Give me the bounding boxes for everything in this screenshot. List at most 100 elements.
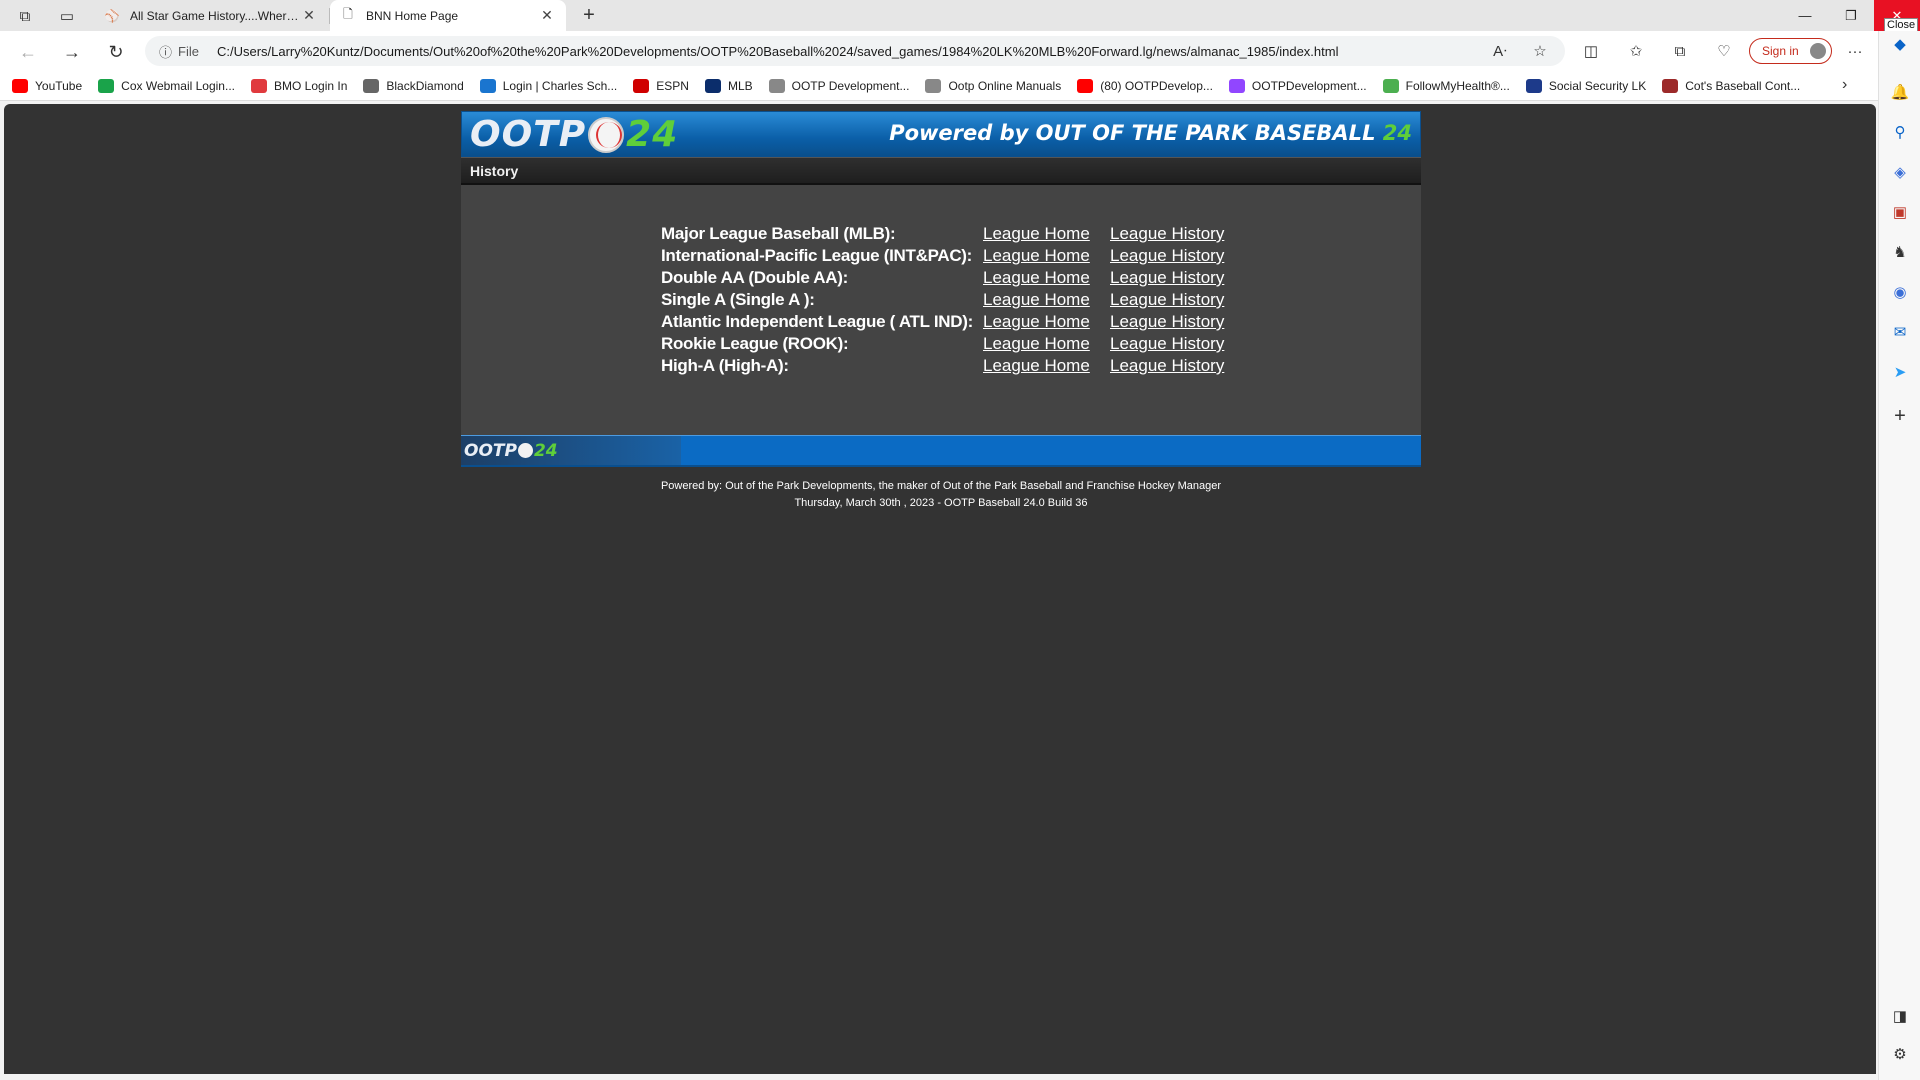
address-bar[interactable]: ⓘ File C:/Users/Larry%20Kuntz/Documents/… bbox=[145, 36, 1565, 66]
favorite-label: BlackDiamond bbox=[386, 78, 464, 93]
browser-toolbar: ← → ↻ ⓘ File C:/Users/Larry%20Kuntz/Docu… bbox=[0, 31, 1920, 71]
league-history-link[interactable]: League History bbox=[1110, 268, 1224, 287]
url-scheme-label: File bbox=[178, 43, 199, 59]
favorite-item[interactable]: YouTube bbox=[12, 78, 82, 93]
league-home-link[interactable]: League Home bbox=[983, 224, 1090, 243]
favicon-icon bbox=[12, 78, 28, 93]
notifications-icon[interactable]: 🔔 bbox=[1889, 81, 1911, 103]
favorite-label: OOTP Development... bbox=[791, 78, 910, 93]
favorite-label: (80) OOTPDevelop... bbox=[1100, 78, 1213, 93]
tools-icon[interactable]: ▣ bbox=[1889, 201, 1911, 223]
favicon-icon bbox=[479, 78, 496, 93]
favicon-icon bbox=[1525, 78, 1542, 93]
favorite-item[interactable]: BMO Login In bbox=[251, 78, 347, 93]
games-icon[interactable]: ♞ bbox=[1889, 241, 1911, 263]
favorite-label: MLB bbox=[727, 78, 753, 93]
favorite-item[interactable]: ESPN bbox=[633, 78, 689, 93]
collections-icon[interactable]: ⧉ bbox=[1669, 40, 1691, 62]
shopping-icon[interactable]: ◈ bbox=[1889, 161, 1911, 183]
favorite-item[interactable]: Ootp Online Manuals bbox=[925, 78, 1061, 93]
league-history-link[interactable]: League History bbox=[1110, 312, 1224, 331]
league-history-cell: League History bbox=[1110, 289, 1224, 311]
close-tooltip: Close bbox=[1884, 18, 1919, 32]
tab-bnn-home[interactable]: 🗋 BNN Home Page ✕ bbox=[330, 0, 566, 31]
favorite-item[interactable]: MLB bbox=[704, 78, 753, 93]
league-home-link[interactable]: League Home bbox=[983, 246, 1090, 265]
history-nav-link[interactable]: History bbox=[470, 163, 518, 179]
browser-essentials-icon[interactable]: ♡ bbox=[1713, 40, 1735, 62]
footer-ootp-logo: OOTP 24 bbox=[461, 436, 681, 465]
hide-sidebar-icon[interactable]: ◨ bbox=[1889, 1005, 1911, 1027]
league-name: Single A (Single A ): bbox=[661, 290, 815, 309]
new-tab-button[interactable]: + bbox=[578, 4, 600, 26]
tab-actions-icon[interactable]: ▭ bbox=[56, 5, 78, 27]
favorite-item[interactable]: OOTP Development... bbox=[768, 78, 910, 93]
sign-in-button[interactable]: Sign in bbox=[1749, 38, 1832, 64]
favorite-item[interactable]: OOTPDevelopment... bbox=[1228, 78, 1367, 93]
league-home-cell: League Home bbox=[983, 355, 1110, 377]
favicon-icon bbox=[1662, 78, 1679, 93]
close-tab-icon[interactable]: ✕ bbox=[538, 7, 556, 24]
league-history-link[interactable]: League History bbox=[1110, 356, 1224, 375]
league-home-link[interactable]: League Home bbox=[983, 312, 1090, 331]
favorite-item[interactable]: BlackDiamond bbox=[363, 78, 464, 93]
footer-logo-text: OOTP bbox=[464, 440, 517, 461]
drop-icon[interactable]: ➤ bbox=[1889, 361, 1911, 383]
league-home-link[interactable]: League Home bbox=[983, 356, 1090, 375]
league-history-link[interactable]: League History bbox=[1110, 224, 1224, 243]
league-history-link[interactable]: League History bbox=[1110, 246, 1224, 265]
close-tab-icon[interactable]: ✕ bbox=[300, 7, 318, 24]
league-history-link[interactable]: League History bbox=[1110, 290, 1224, 309]
ootp-logo: OOTP 24 bbox=[470, 114, 678, 155]
league-name: Atlantic Independent League ( ATL IND): bbox=[661, 312, 973, 331]
league-history-cell: League History bbox=[1110, 223, 1224, 245]
league-history-link[interactable]: League History bbox=[1110, 334, 1224, 353]
restore-button[interactable]: ❐ bbox=[1828, 0, 1874, 31]
league-home-link[interactable]: League Home bbox=[983, 334, 1090, 353]
tab-all-star-history[interactable]: ⚾ All Star Game History....Where? - ✕ bbox=[94, 0, 328, 31]
favorites-overflow-chevron-icon[interactable]: › bbox=[1842, 76, 1847, 94]
split-screen-icon[interactable]: ◫ bbox=[1580, 40, 1602, 62]
microsoft-365-icon[interactable]: ◉ bbox=[1889, 281, 1911, 303]
league-name: Double AA (Double AA): bbox=[661, 268, 848, 287]
back-button[interactable]: ← bbox=[16, 40, 40, 64]
favorite-label: FollowMyHealth®... bbox=[1405, 78, 1510, 93]
sidebar-settings-gear-icon[interactable]: ⚙ bbox=[1889, 1043, 1911, 1065]
league-row: Major League Baseball (MLB): League Home L… bbox=[661, 223, 1224, 245]
refresh-button[interactable]: ↻ bbox=[104, 40, 128, 64]
search-icon[interactable]: ⚲ bbox=[1889, 121, 1911, 143]
add-sidebar-app-icon[interactable]: + bbox=[1889, 405, 1911, 427]
league-row: Double AA (Double AA): League Home League … bbox=[661, 267, 1224, 289]
forward-button[interactable]: → bbox=[60, 40, 84, 64]
favorite-item[interactable]: Cox Webmail Login... bbox=[98, 78, 235, 93]
outlook-icon[interactable]: ✉ bbox=[1889, 321, 1911, 343]
copilot-icon[interactable]: ◆ bbox=[1889, 33, 1911, 55]
tab-title: All Star Game History....Where? - bbox=[130, 8, 300, 23]
favorite-item[interactable]: Login | Charles Sch... bbox=[479, 78, 617, 93]
favorite-item[interactable]: FollowMyHealth®... bbox=[1382, 78, 1510, 93]
favorite-star-icon[interactable]: ☆ bbox=[1529, 40, 1551, 62]
read-aloud-icon[interactable]: Aᐧ bbox=[1489, 40, 1511, 62]
league-home-cell: League Home bbox=[983, 223, 1110, 245]
url-text[interactable]: C:/Users/Larry%20Kuntz/Documents/Out%20o… bbox=[217, 44, 1339, 59]
favorite-item[interactable]: (80) OOTPDevelop... bbox=[1077, 78, 1213, 93]
favorite-item[interactable]: Cot's Baseball Cont... bbox=[1662, 78, 1800, 93]
favorite-item[interactable]: Social Security LK bbox=[1525, 78, 1647, 93]
league-name: Rookie League (ROOK): bbox=[661, 334, 849, 353]
favicon-icon bbox=[704, 78, 721, 93]
info-icon[interactable]: ⓘ bbox=[159, 42, 172, 61]
favorite-label: Social Security LK bbox=[1548, 78, 1647, 93]
favorites-icon[interactable]: ✩ bbox=[1625, 40, 1647, 62]
more-options-icon[interactable]: ··· bbox=[1844, 40, 1866, 62]
league-home-link[interactable]: League Home bbox=[983, 268, 1090, 287]
league-table: Major League Baseball (MLB): League Home L… bbox=[661, 223, 1224, 377]
league-home-link[interactable]: League Home bbox=[983, 290, 1090, 309]
minimize-button[interactable]: — bbox=[1782, 0, 1828, 31]
league-name: High-A (High-A): bbox=[661, 356, 789, 375]
edge-sidebar: ◆ 🔔 ⚲ ◈ ▣ ♞ ◉ ✉ ➤ + ◨ ⚙ bbox=[1878, 31, 1920, 1080]
build-info-line: Thursday, March 30th , 2023 - OOTP Baseb… bbox=[794, 497, 1088, 509]
profile-avatar-icon bbox=[1810, 43, 1826, 59]
logo-number: 24 bbox=[626, 114, 679, 155]
workspaces-icon[interactable]: ⧉ bbox=[14, 5, 36, 27]
favicon-icon bbox=[1228, 78, 1245, 93]
